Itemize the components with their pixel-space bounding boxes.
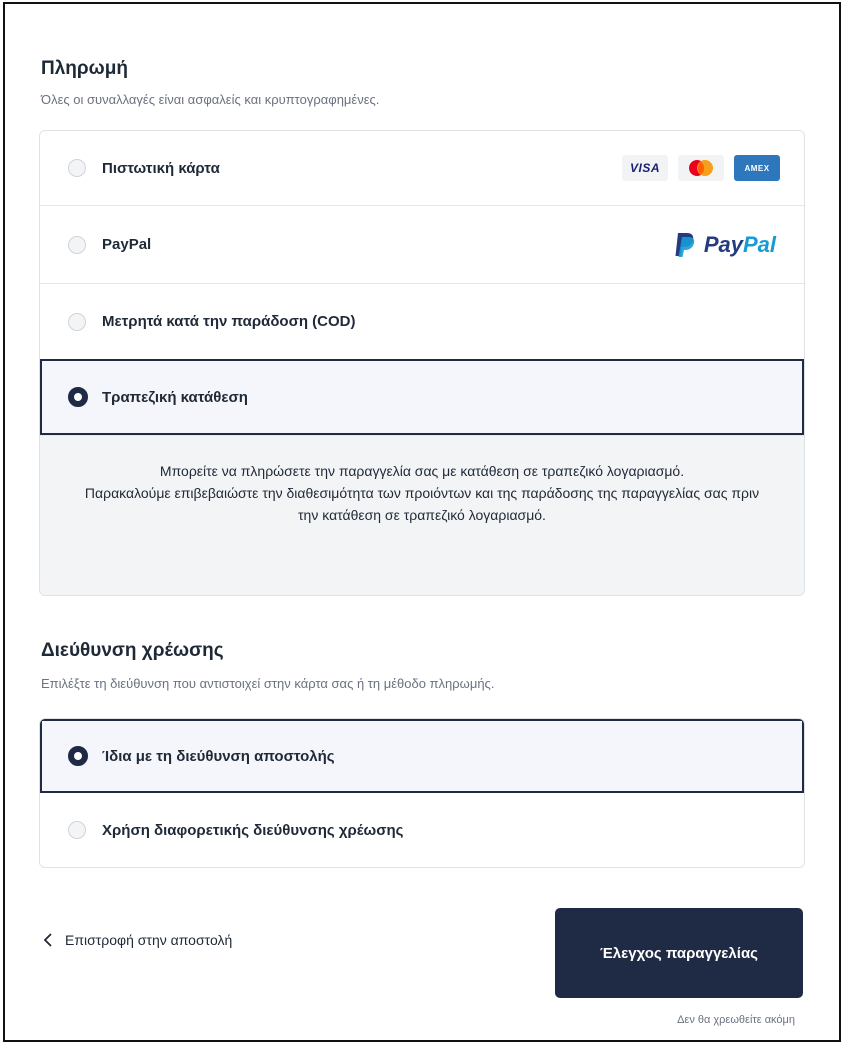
back-to-shipping-link[interactable]: Επιστροφή στην αποστολή [43,932,232,948]
payment-option-credit-card[interactable]: Πιστωτική κάρτα VISA AMEX [40,131,804,205]
paypal-icon [675,232,695,257]
bank-deposit-info: Μπορείτε να πληρώσετε την παραγγελία σας… [40,435,804,595]
mastercard-icon [678,155,724,181]
paypal-word-pay: Pay [703,231,743,257]
bank-info-line-1: Μπορείτε να πληρώσετε την παραγγελία σας… [159,463,685,479]
chevron-left-icon [43,933,52,947]
payment-option-label: Τραπεζική κατάθεση [102,388,248,406]
radio-credit-card[interactable] [68,159,86,177]
no-charge-hint: Δεν θα χρεωθείτε ακόμη [677,1014,795,1026]
payment-option-bank-deposit[interactable]: Τραπεζική κατάθεση [40,359,804,435]
billing-option-different-address[interactable]: Χρήση διαφορετικής διεύθυνσης χρέωσης [40,793,804,867]
radio-different-address[interactable] [68,821,86,839]
radio-same-as-shipping[interactable] [68,746,88,766]
bank-info-line-2: Παρακαλούμε επιβεβαιώστε την διαθεσιμότη… [84,485,760,523]
billing-option-same-as-shipping[interactable]: Ίδια με τη διεύθυνση αποστολής [40,719,804,793]
billing-option-label: Ίδια με τη διεύθυνση αποστολής [102,747,335,765]
billing-option-label: Χρήση διαφορετικής διεύθυνσης χρέωσης [102,821,404,839]
card-logos: VISA AMEX [622,155,780,181]
payment-subtitle: Όλες οι συναλλαγές είναι ασφαλείς και κρ… [41,92,380,107]
review-order-button[interactable]: Έλεγχος παραγγελίας [555,908,803,998]
checkout-panel: Πληρωμή Όλες οι συναλλαγές είναι ασφαλεί… [3,2,841,1042]
paypal-word-pal: Pal [742,231,776,257]
radio-cod[interactable] [68,312,86,331]
billing-subtitle: Επιλέξτε τη διεύθυνση που αντιστοιχεί στ… [41,676,495,691]
payment-option-label: Πιστωτική κάρτα [102,159,220,177]
paypal-logo: PayPal [674,232,776,258]
radio-paypal[interactable] [68,235,86,254]
payment-methods: Πιστωτική κάρτα VISA AMEX PayPal PayPal … [39,130,805,596]
payment-title: Πληρωμή [41,58,128,79]
payment-option-label: Μετρητά κατά την παράδοση (COD) [102,313,356,330]
amex-icon: AMEX [734,155,780,181]
payment-option-label: PayPal [102,236,152,253]
back-link-label: Επιστροφή στην αποστολή [65,932,233,948]
radio-bank-deposit[interactable] [68,387,88,407]
billing-address-options: Ίδια με τη διεύθυνση αποστολής Χρήση δια… [39,718,805,868]
payment-option-paypal[interactable]: PayPal PayPal [40,205,804,283]
visa-icon: VISA [622,155,668,181]
billing-title: Διεύθυνση χρέωσης [41,640,224,661]
payment-option-cod[interactable]: Μετρητά κατά την παράδοση (COD) [40,283,804,359]
